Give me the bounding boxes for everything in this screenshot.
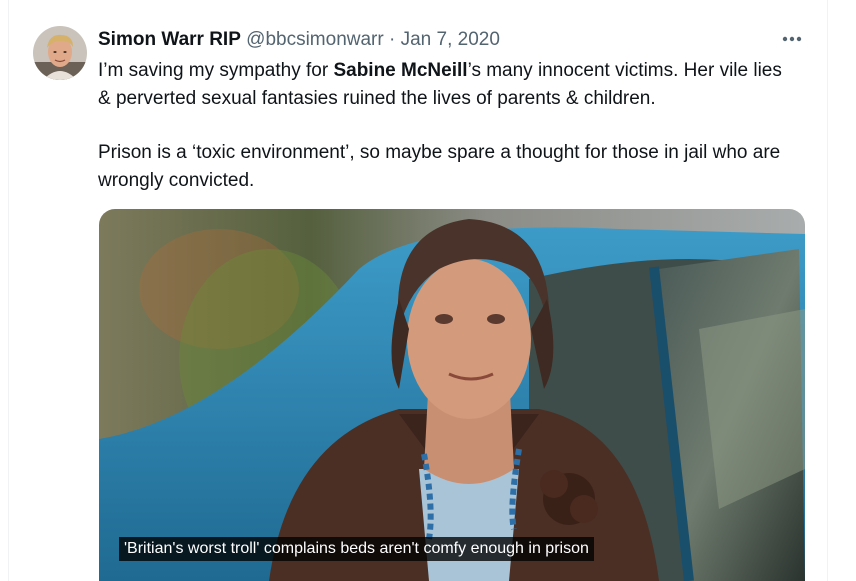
author-handle[interactable]: @bbcsimonwarr	[246, 29, 384, 50]
mentioned-name: Sabine McNeill	[333, 60, 468, 81]
avatar-photo	[33, 26, 87, 80]
tweet-media-image[interactable]: 'Britian's worst troll' complains beds a…	[99, 209, 805, 581]
tweet-text: I’m saving my sympathy for Sabine McNeil…	[98, 57, 798, 195]
header-separator: ·	[388, 29, 396, 50]
more-button[interactable]	[777, 26, 807, 52]
tweet-card[interactable]: Simon Warr RIP @bbcsimonwarr · Jan 7, 20…	[8, 0, 828, 581]
tweet-text-part: I’m saving my sympathy for	[98, 60, 334, 81]
tweet-header: Simon Warr RIP @bbcsimonwarr · Jan 7, 20…	[98, 28, 807, 52]
tweet-paragraph-2: Prison is a ‘toxic environment’, so mayb…	[98, 142, 781, 191]
avatar[interactable]	[33, 26, 87, 80]
media-caption: 'Britian's worst troll' complains beds a…	[119, 537, 594, 561]
tweet-date[interactable]: Jan 7, 2020	[401, 29, 500, 50]
more-horizontal-icon	[782, 36, 802, 42]
tweet-paragraph-1: I’m saving my sympathy for Sabine McNeil…	[98, 57, 798, 113]
author-name[interactable]: Simon Warr RIP	[98, 29, 241, 50]
news-photo	[99, 209, 805, 581]
